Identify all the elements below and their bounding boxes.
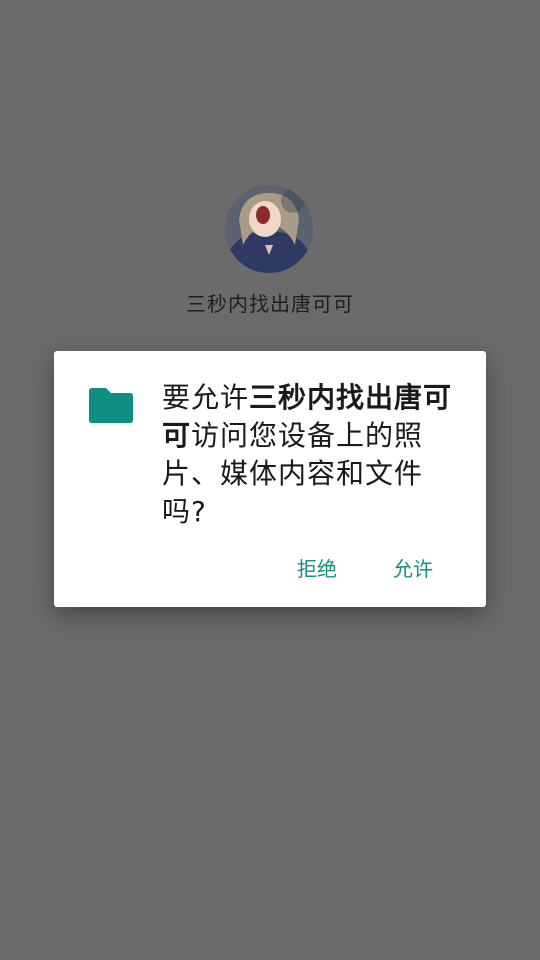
permission-screen: 三秒内找出唐可可 要允许三秒内找出唐可可访问您设备上的照片、媒体内容和文件吗? … (0, 0, 540, 960)
folder-icon (88, 386, 134, 424)
message-suffix: 访问您设备上的照片、媒体内容和文件吗? (162, 419, 424, 528)
permission-message: 要允许三秒内找出唐可可访问您设备上的照片、媒体内容和文件吗? (162, 379, 467, 531)
allow-button[interactable]: 允许 (393, 553, 433, 582)
permission-dialog: 要允许三秒内找出唐可可访问您设备上的照片、媒体内容和文件吗? 拒绝 允许 (54, 351, 486, 607)
message-prefix: 要允许 (162, 381, 250, 414)
deny-button[interactable]: 拒绝 (297, 553, 337, 582)
avatar-image (225, 185, 313, 273)
app-avatar (225, 185, 313, 273)
app-name: 三秒内找出唐可可 (186, 292, 354, 316)
